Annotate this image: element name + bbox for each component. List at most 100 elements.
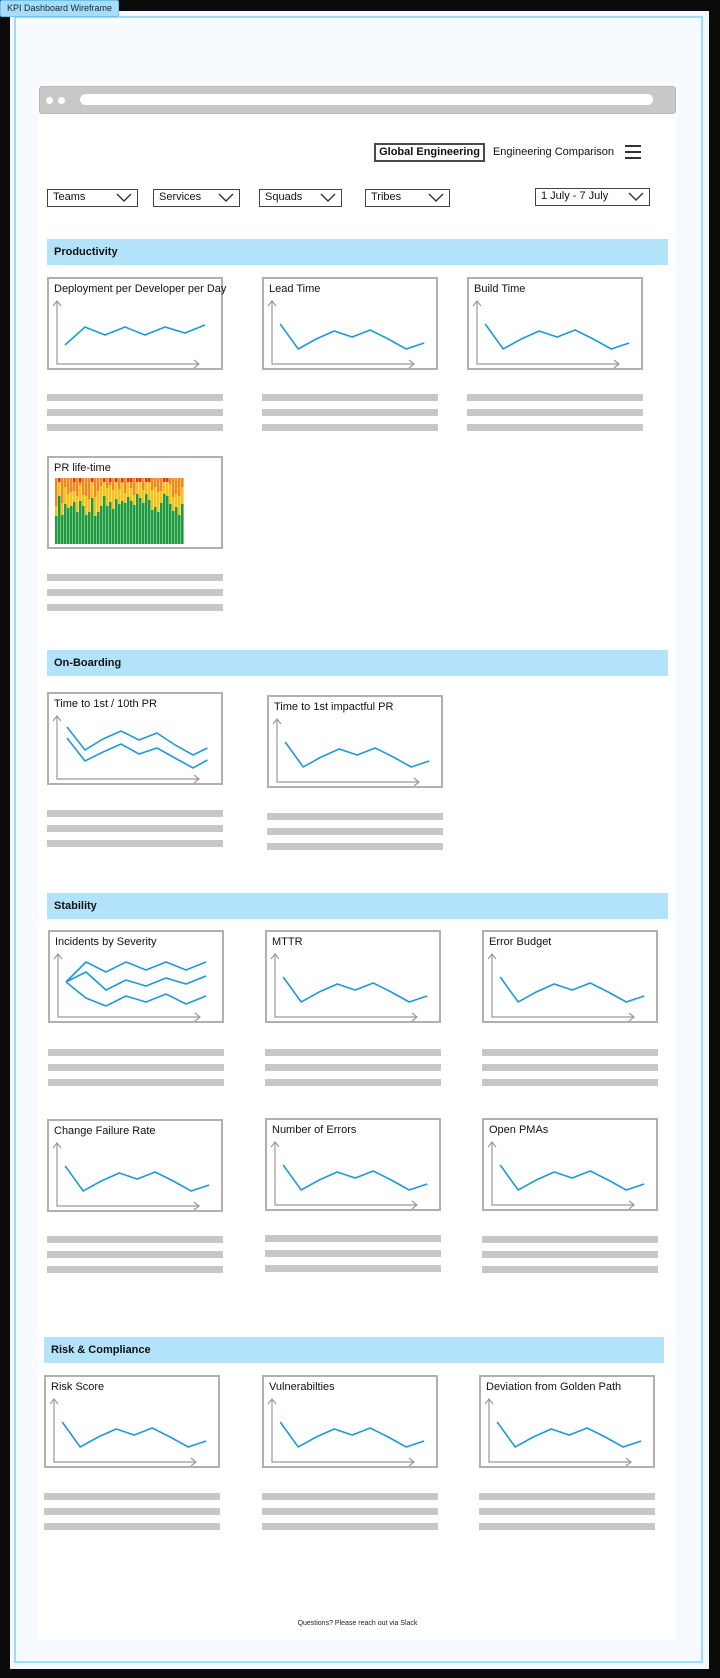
- address-bar[interactable]: [80, 94, 653, 105]
- heatmap-cell: [103, 478, 106, 482]
- tribes-select[interactable]: Tribes: [365, 189, 450, 207]
- heatmap-cell: [178, 515, 181, 544]
- heatmap-cell: [85, 496, 88, 515]
- kpi-card-build-time[interactable]: Build Time: [467, 277, 643, 370]
- heatmap-cell: [172, 478, 175, 497]
- sparkline-series: [66, 726, 208, 756]
- heatmap-cell: [133, 478, 136, 495]
- heatmap-cell: [112, 509, 115, 544]
- date-range-select[interactable]: 1 July - 7 July: [535, 188, 650, 206]
- heatmap-cell: [169, 504, 172, 544]
- heatmap-cell: [64, 487, 67, 504]
- heatmap-cell: [67, 494, 70, 508]
- heatmap-cell: [91, 498, 94, 544]
- heatmap-cell: [115, 499, 118, 544]
- heatmap-cell: [61, 478, 64, 503]
- kpi-card-deviation-from-golden-path[interactable]: Deviation from Golden Path: [479, 1375, 655, 1468]
- sparkline-series: [64, 324, 206, 346]
- heatmap-cell: [103, 496, 106, 544]
- kpi-card-lead-time[interactable]: Lead Time: [262, 277, 438, 370]
- text-placeholder-line: [265, 1265, 441, 1272]
- heatmap-cell: [64, 504, 67, 544]
- kpi-card-risk-score[interactable]: Risk Score: [44, 1375, 220, 1468]
- kpi-card-deployment-per-developer[interactable]: Deployment per Developer per Day: [47, 277, 226, 370]
- text-placeholder-line: [47, 604, 223, 611]
- heatmap-cell: [88, 499, 91, 512]
- heatmap-cell: [70, 478, 73, 492]
- text-placeholder-line: [265, 1079, 441, 1086]
- heatmap-cell: [148, 478, 151, 482]
- text-placeholder-line: [262, 424, 438, 431]
- sparkline-series: [496, 1421, 642, 1449]
- heatmap-cell: [118, 489, 121, 504]
- heatmap-cell: [82, 478, 85, 495]
- heatmap-cell: [124, 503, 127, 544]
- kpi-card-error-budget[interactable]: Error Budget: [482, 930, 658, 1023]
- kpi-card-number-of-errors[interactable]: Number of Errors: [265, 1118, 441, 1211]
- text-placeholder-line: [44, 1523, 220, 1530]
- text-placeholder-line: [265, 1064, 441, 1071]
- tab-engineering-comparison[interactable]: Engineering Comparison: [486, 143, 621, 162]
- heatmap-cell: [127, 478, 130, 482]
- kpi-card-vulnerabilities[interactable]: Vulnerabilties: [262, 1375, 438, 1468]
- kpi-card-incidents-by-severity[interactable]: Incidents by Severity: [48, 930, 224, 1023]
- chart-axis: [476, 301, 619, 365]
- heatmap-cell: [82, 506, 85, 544]
- heatmap-cell: [178, 496, 181, 515]
- text-placeholder-line: [267, 813, 443, 820]
- services-select[interactable]: Services: [153, 189, 240, 207]
- section-header-stability: Stability: [47, 893, 668, 919]
- teams-select[interactable]: Teams: [47, 189, 138, 207]
- sparkline-chart: [487, 1141, 645, 1209]
- heatmap-cell: [97, 491, 100, 512]
- kpi-card-time-to-first-impactful-pr[interactable]: Time to 1st impactful PR: [267, 695, 443, 788]
- heatmap-cell: [172, 511, 175, 544]
- kpi-card-mttr[interactable]: MTTR: [265, 930, 441, 1023]
- kpi-card-open-pmas[interactable]: Open PMAs: [482, 1118, 658, 1211]
- heatmap-cell: [136, 494, 139, 544]
- heatmap-cell: [76, 512, 79, 544]
- kpi-card-change-failure-rate[interactable]: Change Failure Rate: [47, 1119, 223, 1212]
- heatmap-cell: [163, 478, 166, 482]
- heatmap-cell: [178, 478, 181, 496]
- chart-axis: [271, 301, 414, 365]
- heatmap-cell: [139, 498, 142, 544]
- sparkline-chart: [484, 1398, 642, 1466]
- sparkline-series: [282, 1164, 428, 1192]
- sparkline-chart: [270, 1141, 428, 1209]
- heatmap-cell: [58, 496, 61, 544]
- heatmap-cell: [115, 478, 118, 482]
- kpi-card-time-to-first-tenth-pr[interactable]: Time to 1st / 10th PR: [47, 692, 223, 785]
- heatmap-cell: [148, 479, 151, 500]
- text-placeholder-line: [47, 1266, 223, 1273]
- date-range-label: 1 July - 7 July: [541, 190, 609, 202]
- squads-select[interactable]: Squads: [259, 189, 342, 207]
- sparkline-chart: [49, 1398, 207, 1466]
- section-header-risk-compliance: Risk & Compliance: [44, 1337, 664, 1363]
- heatmap-cell: [67, 478, 70, 494]
- heatmap-cell: [181, 487, 184, 504]
- squads-select-label: Squads: [265, 191, 303, 203]
- heatmap-cell: [142, 478, 145, 490]
- text-placeholder-line: [482, 1251, 658, 1258]
- heatmap-cell: [118, 504, 121, 544]
- hamburger-icon[interactable]: [625, 145, 641, 161]
- heatmap-cell: [109, 485, 112, 502]
- sparkline-series: [282, 976, 428, 1004]
- chart-axis: [274, 954, 417, 1018]
- text-placeholder-line: [467, 409, 643, 416]
- footer-help-text: Questions? Please reach out via Slack: [297, 1620, 418, 1627]
- sparkline-chart: [52, 1142, 210, 1210]
- heatmap-cell: [100, 486, 103, 506]
- card-title: PR life-time: [54, 462, 111, 474]
- tab-global-engineering[interactable]: Global Engineering: [374, 143, 485, 162]
- text-placeholder-line: [482, 1079, 658, 1086]
- kpi-card-pr-lifetime[interactable]: PR life-time: [47, 456, 223, 549]
- heatmap-cell: [106, 488, 109, 506]
- heatmap-cell: [175, 478, 178, 494]
- sparkline-series: [499, 1164, 645, 1192]
- heatmap-cell: [70, 492, 73, 506]
- heatmap-cell: [130, 488, 133, 501]
- section-header-productivity: Productivity: [47, 239, 668, 265]
- text-placeholder-line: [48, 1079, 224, 1086]
